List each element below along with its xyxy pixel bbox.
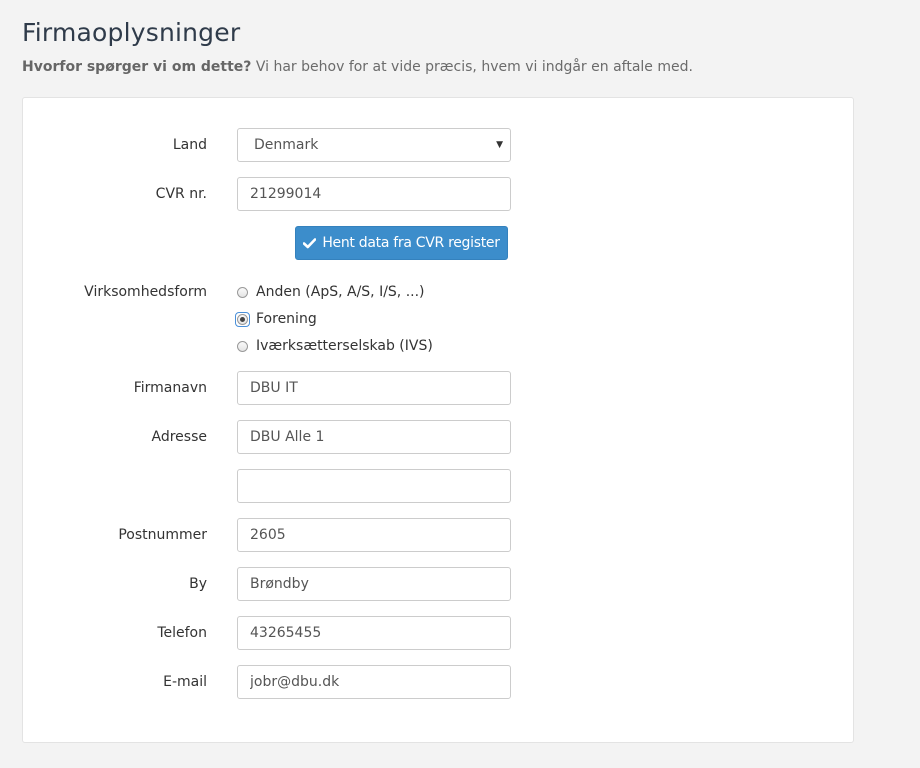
radio-option-ivs[interactable]: Iværksætterselskab (IVS) [237,338,433,354]
postnummer-input[interactable] [237,518,511,552]
virksomhedsform-label: Virksomhedsform [84,284,207,300]
fetch-cvr-button[interactable]: Hent data fra CVR register [295,226,508,260]
radio-option-forening[interactable]: Forening [235,311,317,327]
radio-forening[interactable] [237,313,248,325]
cvr-input[interactable] [237,177,511,211]
radio-forening-label: Forening [256,311,317,327]
radio-ivs[interactable] [237,340,248,352]
adresse-label: Adresse [151,429,207,445]
subtitle-text: Vi har behov for at vide præcis, hvem vi… [251,59,693,75]
adresse-input[interactable] [237,420,511,454]
radio-focus-ring [235,311,250,327]
page-subtitle: Hvorfor spørger vi om dette? Vi har beho… [22,59,693,75]
dropdown-caret-icon: ▼ [496,140,503,150]
cvr-label: CVR nr. [155,186,207,202]
radio-anden[interactable] [237,286,248,298]
firmanavn-label: Firmanavn [133,380,207,396]
land-selected-value: Denmark [254,137,319,153]
land-select[interactable]: Denmark ▼ [237,128,511,162]
by-label: By [189,576,207,592]
check-icon [303,237,317,248]
postnummer-label: Postnummer [118,527,207,543]
fetch-cvr-button-label: Hent data fra CVR register [322,235,500,251]
by-input[interactable] [237,567,511,601]
subtitle-question: Hvorfor spørger vi om dette? [22,59,252,75]
firmanavn-input[interactable] [237,371,511,405]
telefon-label: Telefon [157,625,207,641]
radio-ivs-label: Iværksætterselskab (IVS) [256,338,433,354]
land-label: Land [172,137,207,153]
telefon-input[interactable] [237,616,511,650]
email-input[interactable] [237,665,511,699]
radio-option-anden[interactable]: Anden (ApS, A/S, I/S, ...) [237,284,425,300]
page-title: Firmaoplysninger [22,18,241,47]
email-label: E-mail [163,674,207,690]
adresse2-input[interactable] [237,469,511,503]
radio-anden-label: Anden (ApS, A/S, I/S, ...) [256,284,425,300]
